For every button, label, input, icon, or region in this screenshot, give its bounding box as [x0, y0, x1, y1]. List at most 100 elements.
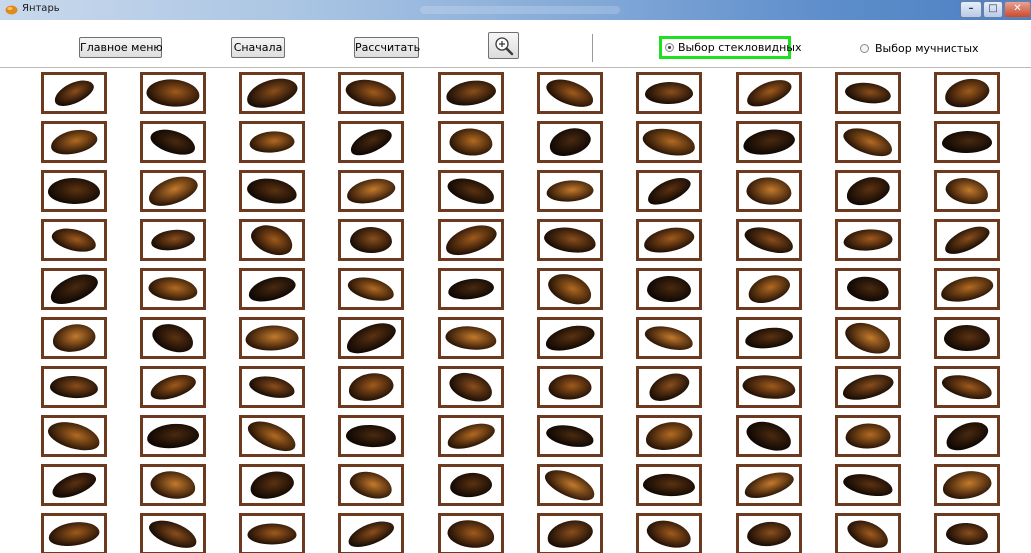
grain-image[interactable]	[636, 415, 702, 457]
grain-image[interactable]	[239, 317, 305, 359]
grain-image[interactable]	[736, 219, 802, 261]
grain-image[interactable]	[934, 219, 1000, 261]
grain-image[interactable]	[140, 415, 206, 457]
start-over-button[interactable]: Сначала	[231, 37, 285, 58]
grain-image[interactable]	[934, 366, 1000, 408]
grain-image[interactable]	[537, 464, 603, 506]
grain-image[interactable]	[636, 317, 702, 359]
grain-image[interactable]	[537, 317, 603, 359]
grain-image[interactable]	[438, 513, 504, 553]
grain-image[interactable]	[636, 219, 702, 261]
grain-image[interactable]	[438, 464, 504, 506]
grain-image[interactable]	[41, 415, 107, 457]
grain-image[interactable]	[934, 415, 1000, 457]
select-mealy-radio[interactable]: Выбор мучнистых	[859, 38, 979, 58]
grain-image[interactable]	[140, 121, 206, 163]
close-button[interactable]: ✕	[1004, 1, 1031, 18]
grain-image[interactable]	[239, 170, 305, 212]
grain-image[interactable]	[636, 170, 702, 212]
grain-image[interactable]	[934, 72, 1000, 114]
grain-image[interactable]	[239, 513, 305, 553]
grain-image[interactable]	[636, 464, 702, 506]
grain-image[interactable]	[41, 317, 107, 359]
grain-image[interactable]	[239, 268, 305, 310]
grain-image[interactable]	[835, 415, 901, 457]
grain-image[interactable]	[140, 268, 206, 310]
grain-image[interactable]	[41, 121, 107, 163]
grain-image[interactable]	[736, 170, 802, 212]
grain-image[interactable]	[736, 513, 802, 553]
grain-image[interactable]	[736, 121, 802, 163]
grain-image[interactable]	[835, 464, 901, 506]
grain-image[interactable]	[140, 219, 206, 261]
calculate-button[interactable]: Рассчитать	[354, 37, 420, 58]
grain-image[interactable]	[438, 72, 504, 114]
grain-image[interactable]	[736, 317, 802, 359]
grain-image[interactable]	[41, 268, 107, 310]
grain-image[interactable]	[140, 72, 206, 114]
grain-image[interactable]	[537, 219, 603, 261]
grain-image[interactable]	[41, 366, 107, 408]
grain-image[interactable]	[438, 317, 504, 359]
grain-image[interactable]	[736, 366, 802, 408]
select-glassy-radio[interactable]: Выбор стекловидных	[659, 36, 801, 59]
grain-image[interactable]	[934, 170, 1000, 212]
grain-image[interactable]	[934, 513, 1000, 553]
grain-image[interactable]	[338, 72, 404, 114]
grain-image[interactable]	[636, 72, 702, 114]
grain-image[interactable]	[41, 513, 107, 553]
grain-image[interactable]	[41, 72, 107, 114]
grain-image[interactable]	[835, 72, 901, 114]
grain-image[interactable]	[934, 317, 1000, 359]
grain-image[interactable]	[537, 170, 603, 212]
grain-image[interactable]	[835, 317, 901, 359]
grain-image[interactable]	[41, 464, 107, 506]
grain-image[interactable]	[636, 513, 702, 553]
grain-image[interactable]	[438, 415, 504, 457]
zoom-button[interactable]	[488, 32, 519, 59]
grain-image[interactable]	[835, 268, 901, 310]
grain-image[interactable]	[537, 268, 603, 310]
grain-image[interactable]	[934, 121, 1000, 163]
grain-image[interactable]	[338, 513, 404, 553]
grain-image[interactable]	[438, 121, 504, 163]
grain-image[interactable]	[438, 170, 504, 212]
grain-image[interactable]	[438, 366, 504, 408]
grain-image[interactable]	[140, 464, 206, 506]
grain-image[interactable]	[934, 268, 1000, 310]
grain-image[interactable]	[537, 72, 603, 114]
grain-image[interactable]	[338, 415, 404, 457]
grain-image[interactable]	[835, 219, 901, 261]
minimize-button[interactable]: –	[960, 1, 982, 18]
grain-image[interactable]	[338, 366, 404, 408]
grain-image[interactable]	[140, 366, 206, 408]
maximize-button[interactable]: □	[983, 1, 1003, 18]
grain-image[interactable]	[239, 72, 305, 114]
grain-image[interactable]	[537, 121, 603, 163]
grain-image[interactable]	[835, 121, 901, 163]
grain-image[interactable]	[338, 219, 404, 261]
grain-image[interactable]	[537, 415, 603, 457]
grain-image[interactable]	[140, 170, 206, 212]
grain-image[interactable]	[934, 464, 1000, 506]
grain-image[interactable]	[636, 121, 702, 163]
grain-image[interactable]	[338, 170, 404, 212]
grain-image[interactable]	[239, 415, 305, 457]
grain-image[interactable]	[636, 268, 702, 310]
grain-image[interactable]	[338, 268, 404, 310]
grain-image[interactable]	[338, 464, 404, 506]
grain-image[interactable]	[239, 121, 305, 163]
grain-image[interactable]	[338, 317, 404, 359]
grain-image[interactable]	[736, 72, 802, 114]
grain-image[interactable]	[736, 415, 802, 457]
grain-image[interactable]	[438, 268, 504, 310]
grain-image[interactable]	[140, 513, 206, 553]
grain-image[interactable]	[835, 366, 901, 408]
grain-image[interactable]	[140, 317, 206, 359]
grain-image[interactable]	[239, 219, 305, 261]
grain-image[interactable]	[736, 464, 802, 506]
grain-image[interactable]	[438, 219, 504, 261]
grain-image[interactable]	[835, 513, 901, 553]
grain-image[interactable]	[239, 366, 305, 408]
grain-image[interactable]	[537, 366, 603, 408]
